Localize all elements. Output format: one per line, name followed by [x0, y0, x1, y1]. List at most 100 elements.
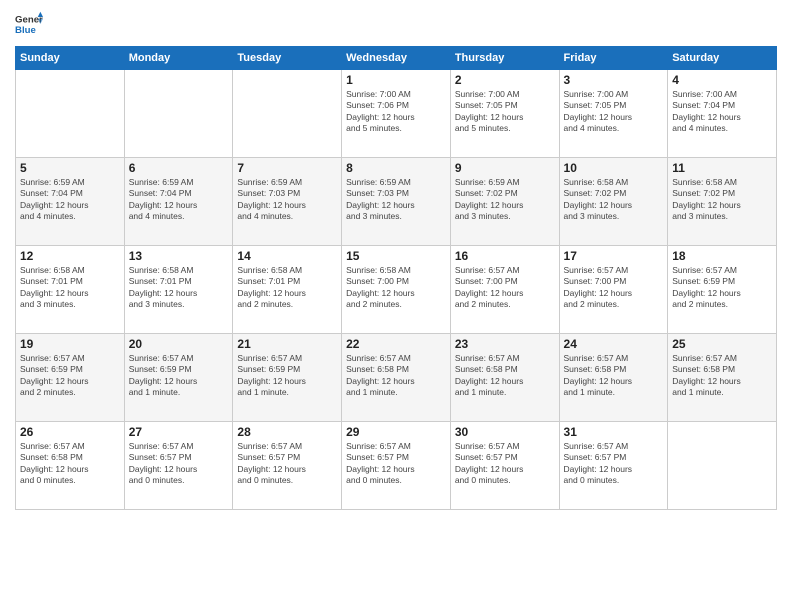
week-row-3: 19 Sunrise: 6:57 AM Sunset: 6:59 PM Dayli… [16, 334, 777, 422]
day-info: Sunrise: 6:58 AM Sunset: 7:01 PM Dayligh… [237, 265, 337, 311]
calendar-cell: 24 Sunrise: 6:57 AM Sunset: 6:58 PM Dayli… [559, 334, 668, 422]
day-number: 18 [672, 249, 772, 263]
day-info: Sunrise: 6:57 AM Sunset: 6:59 PM Dayligh… [237, 353, 337, 399]
day-number: 6 [129, 161, 229, 175]
day-info: Sunrise: 6:59 AM Sunset: 7:02 PM Dayligh… [455, 177, 555, 223]
logo-icon: General Blue [15, 10, 43, 38]
day-number: 10 [564, 161, 664, 175]
day-info: Sunrise: 6:57 AM Sunset: 6:58 PM Dayligh… [672, 353, 772, 399]
calendar-cell [233, 70, 342, 158]
day-info: Sunrise: 6:57 AM Sunset: 6:57 PM Dayligh… [237, 441, 337, 487]
svg-text:Blue: Blue [15, 25, 36, 36]
weekday-header-row: SundayMondayTuesdayWednesdayThursdayFrid… [16, 47, 777, 70]
calendar-cell: 4 Sunrise: 7:00 AM Sunset: 7:04 PM Daylig… [668, 70, 777, 158]
calendar-cell: 2Sunrise: 7:00 AM Sunset: 7:05 PM Daylig… [450, 70, 559, 158]
calendar-cell: 27 Sunrise: 6:57 AM Sunset: 6:57 PM Dayli… [124, 422, 233, 510]
calendar-cell [668, 422, 777, 510]
day-number: 4 [672, 73, 772, 87]
day-number: 23 [455, 337, 555, 351]
calendar-cell: 3Sunrise: 7:00 AM Sunset: 7:05 PM Daylig… [559, 70, 668, 158]
calendar-cell: 22Sunrise: 6:57 AM Sunset: 6:58 PM Dayli… [342, 334, 451, 422]
day-number: 15 [346, 249, 446, 263]
day-number: 25 [672, 337, 772, 351]
calendar-cell: 18 Sunrise: 6:57 AM Sunset: 6:59 PM Dayli… [668, 246, 777, 334]
calendar-cell: 12Sunrise: 6:58 AM Sunset: 7:01 PM Dayli… [16, 246, 125, 334]
day-number: 13 [129, 249, 229, 263]
calendar-cell: 16 Sunrise: 6:57 AM Sunset: 7:00 PM Dayli… [450, 246, 559, 334]
calendar-cell: 23 Sunrise: 6:57 AM Sunset: 6:58 PM Dayli… [450, 334, 559, 422]
day-number: 7 [237, 161, 337, 175]
calendar-cell: 5 Sunrise: 6:59 AM Sunset: 7:04 PM Daylig… [16, 158, 125, 246]
day-info: Sunrise: 6:57 AM Sunset: 6:59 PM Dayligh… [20, 353, 120, 399]
day-info: Sunrise: 6:57 AM Sunset: 6:59 PM Dayligh… [129, 353, 229, 399]
day-number: 8 [346, 161, 446, 175]
day-number: 11 [672, 161, 772, 175]
calendar-cell [124, 70, 233, 158]
day-number: 24 [564, 337, 664, 351]
day-info: Sunrise: 6:57 AM Sunset: 7:00 PM Dayligh… [564, 265, 664, 311]
calendar-cell: 1Sunrise: 7:00 AM Sunset: 7:06 PM Daylig… [342, 70, 451, 158]
day-info: Sunrise: 7:00 AM Sunset: 7:05 PM Dayligh… [564, 89, 664, 135]
week-row-4: 26 Sunrise: 6:57 AM Sunset: 6:58 PM Dayli… [16, 422, 777, 510]
day-info: Sunrise: 6:57 AM Sunset: 6:58 PM Dayligh… [455, 353, 555, 399]
calendar-cell: 20 Sunrise: 6:57 AM Sunset: 6:59 PM Dayli… [124, 334, 233, 422]
day-number: 16 [455, 249, 555, 263]
calendar-cell: 7 Sunrise: 6:59 AM Sunset: 7:03 PM Daylig… [233, 158, 342, 246]
calendar-cell: 11 Sunrise: 6:58 AM Sunset: 7:02 PM Dayli… [668, 158, 777, 246]
day-info: Sunrise: 6:58 AM Sunset: 7:01 PM Dayligh… [129, 265, 229, 311]
weekday-header-thursday: Thursday [450, 47, 559, 70]
calendar-cell: 15 Sunrise: 6:58 AM Sunset: 7:00 PM Dayli… [342, 246, 451, 334]
day-info: Sunrise: 6:57 AM Sunset: 6:58 PM Dayligh… [564, 353, 664, 399]
calendar-cell: 8 Sunrise: 6:59 AM Sunset: 7:03 PM Daylig… [342, 158, 451, 246]
calendar-cell: 21 Sunrise: 6:57 AM Sunset: 6:59 PM Dayli… [233, 334, 342, 422]
week-row-0: 1Sunrise: 7:00 AM Sunset: 7:06 PM Daylig… [16, 70, 777, 158]
day-info: Sunrise: 6:57 AM Sunset: 6:59 PM Dayligh… [672, 265, 772, 311]
day-number: 26 [20, 425, 120, 439]
day-number: 28 [237, 425, 337, 439]
weekday-header-monday: Monday [124, 47, 233, 70]
calendar-cell [16, 70, 125, 158]
weekday-header-sunday: Sunday [16, 47, 125, 70]
day-info: Sunrise: 6:59 AM Sunset: 7:03 PM Dayligh… [237, 177, 337, 223]
day-info: Sunrise: 6:59 AM Sunset: 7:03 PM Dayligh… [346, 177, 446, 223]
weekday-header-saturday: Saturday [668, 47, 777, 70]
day-info: Sunrise: 7:00 AM Sunset: 7:04 PM Dayligh… [672, 89, 772, 135]
day-info: Sunrise: 6:58 AM Sunset: 7:02 PM Dayligh… [564, 177, 664, 223]
day-number: 12 [20, 249, 120, 263]
calendar-cell: 10 Sunrise: 6:58 AM Sunset: 7:02 PM Dayli… [559, 158, 668, 246]
calendar-cell: 6 Sunrise: 6:59 AM Sunset: 7:04 PM Daylig… [124, 158, 233, 246]
calendar-cell: 17 Sunrise: 6:57 AM Sunset: 7:00 PM Dayli… [559, 246, 668, 334]
day-number: 30 [455, 425, 555, 439]
day-info: Sunrise: 6:57 AM Sunset: 6:57 PM Dayligh… [129, 441, 229, 487]
calendar-cell: 31 Sunrise: 6:57 AM Sunset: 6:57 PM Dayli… [559, 422, 668, 510]
weekday-header-tuesday: Tuesday [233, 47, 342, 70]
calendar-cell: 25 Sunrise: 6:57 AM Sunset: 6:58 PM Dayli… [668, 334, 777, 422]
day-number: 5 [20, 161, 120, 175]
day-info: Sunrise: 6:57 AM Sunset: 6:57 PM Dayligh… [455, 441, 555, 487]
calendar-cell: 29Sunrise: 6:57 AM Sunset: 6:57 PM Dayli… [342, 422, 451, 510]
calendar: SundayMondayTuesdayWednesdayThursdayFrid… [15, 46, 777, 510]
day-number: 9 [455, 161, 555, 175]
day-info: Sunrise: 6:58 AM Sunset: 7:02 PM Dayligh… [672, 177, 772, 223]
day-number: 27 [129, 425, 229, 439]
calendar-cell: 13 Sunrise: 6:58 AM Sunset: 7:01 PM Dayli… [124, 246, 233, 334]
header: General Blue [15, 10, 777, 38]
calendar-cell: 9 Sunrise: 6:59 AM Sunset: 7:02 PM Daylig… [450, 158, 559, 246]
day-number: 19 [20, 337, 120, 351]
day-info: Sunrise: 6:59 AM Sunset: 7:04 PM Dayligh… [20, 177, 120, 223]
calendar-cell: 14 Sunrise: 6:58 AM Sunset: 7:01 PM Dayli… [233, 246, 342, 334]
day-info: Sunrise: 6:57 AM Sunset: 7:00 PM Dayligh… [455, 265, 555, 311]
day-number: 20 [129, 337, 229, 351]
page: General Blue SundayMondayTuesdayWednesda… [0, 0, 792, 612]
day-info: Sunrise: 6:57 AM Sunset: 6:58 PM Dayligh… [20, 441, 120, 487]
calendar-cell: 19 Sunrise: 6:57 AM Sunset: 6:59 PM Dayli… [16, 334, 125, 422]
day-info: Sunrise: 6:58 AM Sunset: 7:00 PM Dayligh… [346, 265, 446, 311]
day-number: 14 [237, 249, 337, 263]
weekday-header-friday: Friday [559, 47, 668, 70]
day-number: 17 [564, 249, 664, 263]
day-number: 31 [564, 425, 664, 439]
day-info: Sunrise: 6:57 AM Sunset: 6:57 PM Dayligh… [564, 441, 664, 487]
day-info: Sunrise: 6:59 AM Sunset: 7:04 PM Dayligh… [129, 177, 229, 223]
weekday-header-wednesday: Wednesday [342, 47, 451, 70]
day-number: 21 [237, 337, 337, 351]
